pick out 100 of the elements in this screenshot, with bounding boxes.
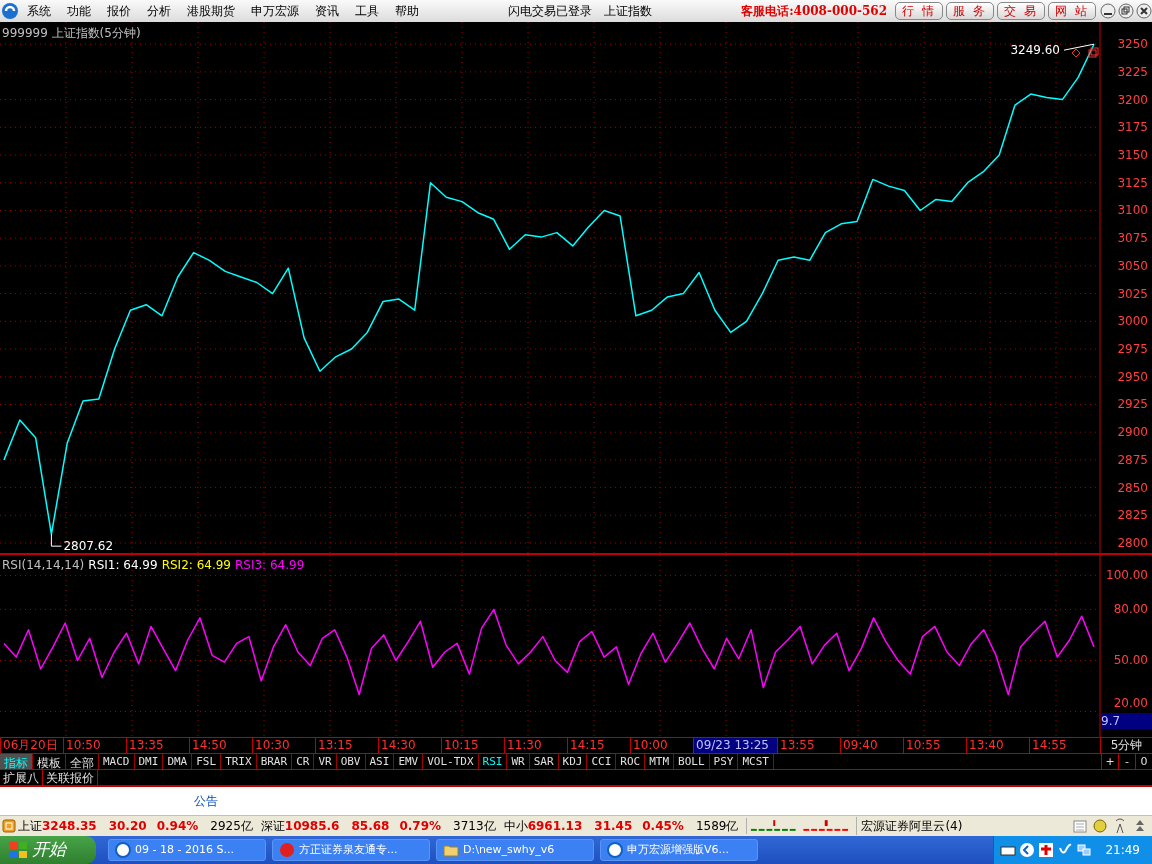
nav-button[interactable]: 网站 bbox=[1048, 2, 1096, 20]
indicator-tab[interactable]: 模板 bbox=[33, 754, 66, 769]
indicator-tab[interactable]: WR bbox=[507, 754, 530, 769]
time-axis-label: 06月20日 bbox=[0, 738, 63, 753]
nav-button[interactable]: 行情 bbox=[895, 2, 943, 20]
network-icon[interactable] bbox=[1076, 842, 1093, 858]
indicator-tab[interactable]: 指标 bbox=[0, 754, 33, 769]
chart-title: 999999 上证指数(5分钟) bbox=[2, 25, 141, 42]
axis-tick-label: 80.00 bbox=[1113, 602, 1148, 617]
indicator-tab[interactable]: TRIX bbox=[221, 754, 257, 769]
taskbar-button[interactable]: D:\new_swhy_v6 bbox=[436, 839, 594, 861]
indicator-tab[interactable]: MTM bbox=[645, 754, 675, 769]
indicator-tab[interactable]: FSL bbox=[192, 754, 222, 769]
menu-item[interactable]: 帮助 bbox=[395, 2, 419, 20]
indicator-tab[interactable]: VR bbox=[314, 754, 337, 769]
indicator-tab[interactable]: BOLL bbox=[674, 754, 710, 769]
indicator-tab[interactable]: PSY bbox=[709, 754, 739, 769]
menu-item[interactable]: 系统 bbox=[27, 2, 51, 20]
server-name: 宏源证券阿里云(4) bbox=[856, 817, 963, 835]
indicator-tab[interactable]: EMV bbox=[394, 754, 424, 769]
menu-item[interactable]: 工具 bbox=[355, 2, 379, 20]
menu-item[interactable]: 申万宏源 bbox=[251, 2, 299, 20]
axis-tick-label: 3100 bbox=[1117, 203, 1148, 218]
axis-tick-label: 3250 bbox=[1117, 37, 1148, 52]
axis-tick-label: 3200 bbox=[1117, 92, 1148, 107]
nav-button[interactable]: 服务 bbox=[946, 2, 994, 20]
indicator-tab[interactable]: MCST bbox=[738, 754, 774, 769]
minimize-icon[interactable] bbox=[1100, 3, 1116, 19]
nav-button[interactable]: 交易 bbox=[997, 2, 1045, 20]
time-axis-label: 14:55 bbox=[1029, 738, 1092, 753]
menu-item[interactable]: 港股期货 bbox=[187, 2, 235, 20]
indicator-tab[interactable]: SAR bbox=[529, 754, 559, 769]
extra-tab[interactable]: 关联报价 bbox=[43, 770, 98, 785]
zoom-button[interactable]: 0 bbox=[1135, 754, 1152, 769]
index-change: 31.45 bbox=[594, 818, 633, 835]
indicator-tab[interactable]: CR bbox=[292, 754, 315, 769]
menu-item[interactable]: 资讯 bbox=[315, 2, 339, 20]
axis-tick-label: 2800 bbox=[1117, 536, 1148, 550]
indicator-tab[interactable]: ASI bbox=[365, 754, 395, 769]
extra-tab[interactable]: 扩展八 bbox=[0, 770, 43, 785]
windows-logo-icon bbox=[8, 841, 28, 859]
zoom-button[interactable]: - bbox=[1118, 754, 1135, 769]
close-icon[interactable] bbox=[1136, 3, 1152, 19]
axis-tick-label: 50.00 bbox=[1113, 653, 1148, 668]
time-axis-label: 14:15 bbox=[567, 738, 630, 753]
index-percent: 0.94% bbox=[156, 818, 199, 835]
indicator-tab[interactable]: KDJ bbox=[558, 754, 588, 769]
menu-item[interactable]: 报价 bbox=[107, 2, 131, 20]
rsi-legend-text: RSI2: 64.99 bbox=[161, 557, 231, 574]
axis-tick-label: 2850 bbox=[1117, 480, 1148, 495]
menu-item[interactable]: 分析 bbox=[147, 2, 171, 20]
taskbar-button[interactable]: 申万宏源增强版V6... bbox=[600, 839, 758, 861]
index-value: 3248.35 bbox=[42, 818, 97, 835]
diamond-icon[interactable] bbox=[1071, 48, 1081, 58]
hotline-text: 客服电话:4008-000-562 bbox=[741, 3, 887, 20]
restore-icon[interactable] bbox=[1118, 3, 1134, 19]
axis-tick-label: 3075 bbox=[1117, 231, 1148, 246]
indicator-tab[interactable]: BRAR bbox=[256, 754, 293, 769]
index-volume: 1589亿 bbox=[695, 818, 739, 835]
indicator-tab[interactable]: RSI bbox=[478, 754, 508, 769]
window-icon[interactable] bbox=[1088, 47, 1099, 58]
axis-tick-label: 2825 bbox=[1117, 508, 1148, 523]
rsi-legend-text: RSI3: 64.99 bbox=[235, 557, 305, 574]
period-label[interactable]: 5分钟 bbox=[1100, 738, 1152, 753]
index-name: 上证 bbox=[18, 818, 42, 835]
chevron-left-icon[interactable] bbox=[1019, 842, 1036, 858]
index-value: 6961.13 bbox=[527, 818, 583, 835]
coin-icon[interactable] bbox=[1092, 818, 1108, 834]
notice-link[interactable]: 公告 bbox=[194, 792, 218, 810]
zoom-button[interactable]: + bbox=[1101, 754, 1118, 769]
start-button[interactable]: 开始 bbox=[0, 836, 96, 864]
indicator-tab[interactable]: ROC bbox=[616, 754, 646, 769]
indicator-tab[interactable]: OBV bbox=[336, 754, 366, 769]
axis-tick-label: 3025 bbox=[1117, 286, 1148, 301]
indicator-tab[interactable]: 全部 bbox=[66, 754, 99, 769]
axis-tick-label: 3175 bbox=[1117, 120, 1148, 135]
menu-item[interactable]: 功能 bbox=[67, 2, 91, 20]
indicator-tab[interactable]: DMA bbox=[163, 754, 193, 769]
rsi-legend-text: RSI1: 64.99 bbox=[88, 557, 158, 574]
time-axis-label: 10:50 bbox=[63, 738, 126, 753]
indicator-tab[interactable]: MACD bbox=[99, 754, 135, 769]
app-logo-icon[interactable] bbox=[1, 2, 19, 20]
time-axis-label: 13:35 bbox=[126, 738, 189, 753]
time-axis-label: 14:50 bbox=[189, 738, 252, 753]
cross-icon[interactable] bbox=[1038, 842, 1055, 858]
min-price-label: 2807.62 bbox=[63, 539, 113, 553]
axis-tick-label: 2900 bbox=[1117, 425, 1148, 440]
axis-tick-label: 3150 bbox=[1117, 148, 1148, 163]
time-axis-label: 11:30 bbox=[504, 738, 567, 753]
index-percent: 0.45% bbox=[642, 818, 684, 835]
indicator-tab[interactable]: VOL-TDX bbox=[423, 754, 479, 769]
status-icon[interactable] bbox=[2, 819, 16, 833]
time-axis-label: 10:55 bbox=[903, 738, 966, 753]
indicator-tab[interactable]: CCI bbox=[587, 754, 617, 769]
index-name: 深证 bbox=[260, 818, 285, 835]
taskbar-button[interactable]: 09 - 18 - 2016 S... bbox=[108, 839, 266, 861]
index-change: 30.20 bbox=[108, 818, 147, 835]
index-percent: 0.79% bbox=[399, 818, 442, 835]
indicator-tab[interactable]: DMI bbox=[134, 754, 164, 769]
taskbar-button[interactable]: 方正证券泉友通专... bbox=[272, 839, 430, 861]
